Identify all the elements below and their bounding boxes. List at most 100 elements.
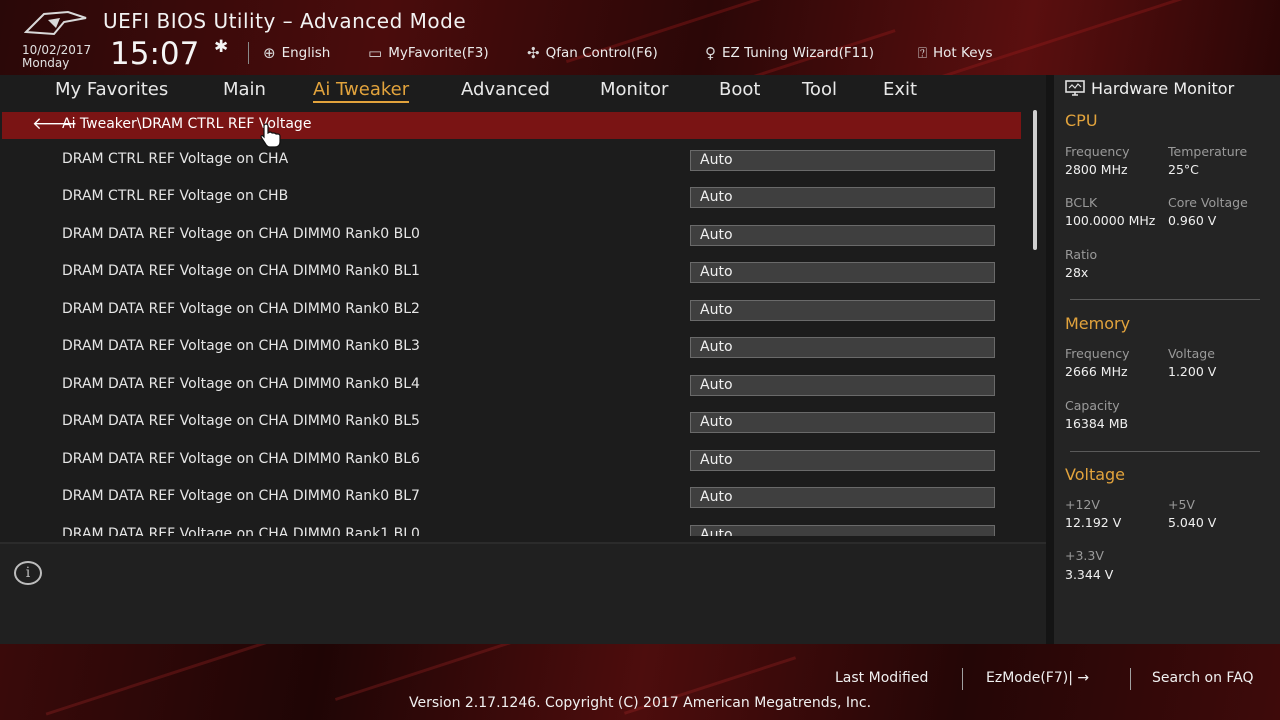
setting-value-dropdown[interactable]: Auto	[690, 375, 995, 396]
setting-label: DRAM CTRL REF Voltage on CHB	[62, 188, 289, 204]
footer-divider	[1130, 668, 1131, 690]
cpu-frequency-value: 2800 MHz	[1065, 162, 1128, 177]
memory-capacity-value: 16384 MB	[1065, 416, 1129, 431]
help-panel	[0, 544, 1046, 644]
info-icon: i	[14, 561, 42, 585]
memory-voltage-value: 1.200 V	[1168, 364, 1217, 379]
setting-value-dropdown[interactable]: Auto	[690, 412, 995, 433]
header-decoration	[906, 0, 1194, 75]
ratio-label: Ratio	[1065, 247, 1098, 262]
setting-value-dropdown[interactable]: Auto	[690, 487, 995, 508]
tab-exit[interactable]: Exit	[883, 79, 917, 100]
footer-decoration	[334, 644, 546, 701]
myfavorite-button[interactable]: ▭ MyFavorite(F3)	[368, 44, 489, 62]
myfavorite-label: MyFavorite(F3)	[388, 45, 489, 61]
setting-value-dropdown[interactable]: Auto	[690, 450, 995, 471]
scrollbar-thumb[interactable]	[1033, 110, 1037, 250]
tab-monitor[interactable]: Monitor	[600, 79, 668, 100]
hardware-monitor-title: Hardware Monitor	[1091, 79, 1235, 98]
monitor-icon	[1065, 80, 1085, 96]
clock-time: 15:07	[110, 36, 200, 72]
setting-row[interactable]: DRAM DATA REF Voltage on CHA DIMM0 Rank0…	[0, 329, 1030, 366]
v33-value: 3.344 V	[1065, 567, 1114, 582]
gear-icon[interactable]: ✱	[214, 37, 228, 57]
tab-main[interactable]: Main	[223, 79, 266, 100]
cpu-heading: CPU	[1065, 111, 1098, 130]
ratio-value: 28x	[1065, 265, 1089, 280]
memory-heading: Memory	[1065, 314, 1131, 333]
memory-capacity-label: Capacity	[1065, 398, 1120, 413]
cpu-temperature-value: 25°C	[1168, 162, 1199, 177]
setting-label: DRAM DATA REF Voltage on CHA DIMM0 Rank1…	[62, 526, 420, 536]
setting-value-dropdown[interactable]: Auto	[690, 337, 995, 358]
v12-label: +12V	[1065, 497, 1100, 512]
bclk-label: BCLK	[1065, 195, 1098, 210]
cpu-temperature-label: Temperature	[1168, 144, 1248, 159]
ezmode-label: EzMode(F7)|	[986, 670, 1073, 686]
ezmode-button[interactable]: EzMode(F7)| →	[986, 670, 1089, 686]
v5-label: +5V	[1168, 497, 1195, 512]
tab-boot[interactable]: Boot	[719, 79, 760, 100]
footer-divider	[962, 668, 963, 690]
section-divider	[1070, 451, 1260, 452]
setting-row[interactable]: DRAM DATA REF Voltage on CHA DIMM0 Rank0…	[0, 367, 1030, 404]
tab-ai-tweaker[interactable]: Ai Tweaker	[313, 79, 410, 103]
setting-row[interactable]: DRAM DATA REF Voltage on CHA DIMM0 Rank1…	[0, 517, 1030, 536]
setting-label: DRAM DATA REF Voltage on CHA DIMM0 Rank0…	[62, 413, 420, 429]
setting-value-dropdown[interactable]: Auto	[690, 300, 995, 321]
setting-row[interactable]: DRAM CTRL REF Voltage on CHB Auto	[0, 179, 1030, 216]
qfan-label: Qfan Control(F6)	[545, 45, 658, 61]
setting-row[interactable]: DRAM DATA REF Voltage on CHA DIMM0 Rank0…	[0, 442, 1030, 479]
v33-label: +3.3V	[1065, 548, 1104, 563]
setting-row[interactable]: DRAM DATA REF Voltage on CHA DIMM0 Rank0…	[0, 292, 1030, 329]
v5-value: 5.040 V	[1168, 515, 1217, 530]
setting-value-dropdown[interactable]: Auto	[690, 187, 995, 208]
setting-label: DRAM DATA REF Voltage on CHA DIMM0 Rank0…	[62, 451, 420, 467]
weekday-value: Monday	[22, 56, 70, 70]
language-label: English	[281, 45, 331, 61]
memory-frequency-value: 2666 MHz	[1065, 364, 1128, 379]
ez-tuning-label: EZ Tuning Wizard(F11)	[722, 45, 875, 61]
setting-value-dropdown[interactable]: Auto	[690, 150, 995, 171]
setting-label: DRAM DATA REF Voltage on CHA DIMM0 Rank0…	[62, 376, 420, 392]
tab-my-favorites[interactable]: My Favorites	[55, 79, 168, 100]
setting-value-dropdown[interactable]: Auto	[690, 262, 995, 283]
setting-row[interactable]: DRAM CTRL REF Voltage on CHA Auto	[0, 142, 1030, 179]
setting-label: DRAM DATA REF Voltage on CHA DIMM0 Rank0…	[62, 263, 420, 279]
date-display: 10/02/2017 Monday	[22, 44, 91, 70]
tab-tool[interactable]: Tool	[802, 79, 837, 100]
section-divider	[1070, 299, 1260, 300]
last-modified-button[interactable]: Last Modified	[835, 670, 928, 686]
hot-keys-button[interactable]: ⍰ Hot Keys	[918, 44, 993, 62]
v12-value: 12.192 V	[1065, 515, 1122, 530]
exit-arrow-icon: →	[1077, 670, 1090, 686]
voltage-heading: Voltage	[1065, 465, 1126, 484]
fan-icon: ✣	[527, 44, 540, 62]
core-voltage-label: Core Voltage	[1168, 195, 1248, 210]
memory-voltage-label: Voltage	[1168, 346, 1215, 361]
setting-label: DRAM CTRL REF Voltage on CHA	[62, 151, 289, 167]
core-voltage-value: 0.960 V	[1168, 213, 1217, 228]
question-icon: ⍰	[918, 44, 928, 62]
hot-keys-label: Hot Keys	[933, 45, 993, 61]
setting-value-dropdown[interactable]: Auto	[690, 225, 995, 246]
breadcrumb[interactable]: 🡐 Ai Tweaker\DRAM CTRL REF Voltage	[2, 112, 1021, 139]
setting-row[interactable]: DRAM DATA REF Voltage on CHA DIMM0 Rank0…	[0, 479, 1030, 516]
tab-advanced[interactable]: Advanced	[461, 79, 550, 100]
settings-list: DRAM CTRL REF Voltage on CHA Auto DRAM C…	[0, 142, 1030, 536]
ez-tuning-wizard-button[interactable]: ♀ EZ Tuning Wizard(F11)	[705, 44, 874, 62]
search-faq-button[interactable]: Search on FAQ	[1152, 670, 1254, 686]
setting-label: DRAM DATA REF Voltage on CHA DIMM0 Rank0…	[62, 226, 420, 242]
setting-row[interactable]: DRAM DATA REF Voltage on CHA DIMM0 Rank0…	[0, 217, 1030, 254]
version-copyright: Version 2.17.1246. Copyright (C) 2017 Am…	[408, 695, 872, 711]
setting-value-dropdown[interactable]: Auto	[690, 525, 995, 536]
header-divider	[248, 42, 249, 64]
setting-label: DRAM DATA REF Voltage on CHA DIMM0 Rank0…	[62, 301, 420, 317]
app-title: UEFI BIOS Utility – Advanced Mode	[103, 9, 467, 33]
language-button[interactable]: ⊕ English	[263, 44, 330, 62]
globe-icon: ⊕	[263, 44, 276, 62]
setting-label: DRAM DATA REF Voltage on CHA DIMM0 Rank0…	[62, 338, 420, 354]
setting-row[interactable]: DRAM DATA REF Voltage on CHA DIMM0 Rank0…	[0, 254, 1030, 291]
setting-row[interactable]: DRAM DATA REF Voltage on CHA DIMM0 Rank0…	[0, 404, 1030, 441]
qfan-control-button[interactable]: ✣ Qfan Control(F6)	[527, 44, 658, 62]
